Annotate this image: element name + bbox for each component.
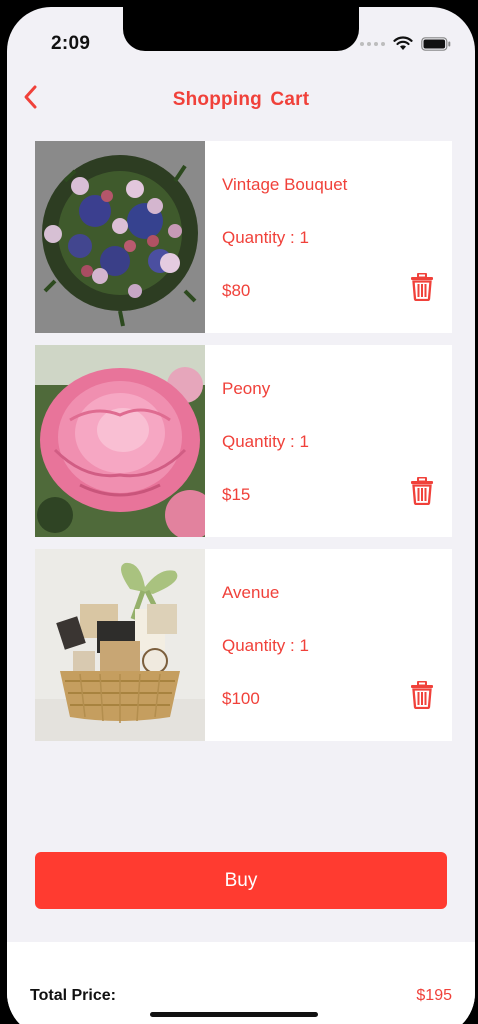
item-name: Vintage Bouquet [222, 175, 348, 194]
peony-image [35, 345, 205, 537]
delete-item-button[interactable] [410, 272, 438, 305]
delete-item-button[interactable] [410, 680, 438, 713]
trash-icon [411, 272, 433, 302]
status-icons [360, 36, 451, 51]
item-name: Peony [222, 379, 271, 398]
nav-bar: Shopping Cart [7, 77, 475, 117]
status-time: 2:09 [51, 33, 91, 54]
bouquet-image [35, 141, 205, 333]
cart-item: Peony Quantity : 1 $15 [35, 345, 452, 537]
wifi-icon [393, 36, 413, 50]
cart-item: Vintage Bouquet Quantity : 1 $80 [35, 141, 452, 333]
item-quantity: Quantity : 1 [222, 636, 309, 655]
cart-list: Vintage Bouquet Quantity : 1 $80 Peony Q… [35, 141, 452, 753]
item-name: Avenue [222, 583, 280, 602]
trash-icon [411, 680, 433, 710]
item-price: $15 [222, 485, 251, 504]
page-title: Shopping Cart [172, 89, 310, 110]
item-price: $100 [222, 689, 260, 708]
delete-item-button[interactable] [410, 476, 438, 509]
item-quantity: Quantity : 1 [222, 228, 309, 247]
home-indicator [150, 1012, 318, 1017]
notch [123, 7, 359, 51]
item-price: $80 [222, 281, 251, 300]
app-screen: 2:09 Shopping Cart Vintage Bouquet Quant… [7, 7, 475, 1024]
total-price-value: $195 [416, 987, 452, 1004]
gift-basket-image [35, 549, 205, 741]
cart-item: Avenue Quantity : 1 $100 [35, 549, 452, 741]
signal-icon [360, 41, 385, 46]
total-price-label: Total Price: [30, 987, 116, 1004]
trash-icon [411, 476, 433, 506]
item-quantity: Quantity : 1 [222, 432, 309, 451]
phone-frame: 2:09 Shopping Cart Vintage Bouquet Quant… [0, 0, 478, 1024]
buy-button[interactable]: Buy [35, 852, 447, 909]
battery-icon [421, 36, 451, 51]
